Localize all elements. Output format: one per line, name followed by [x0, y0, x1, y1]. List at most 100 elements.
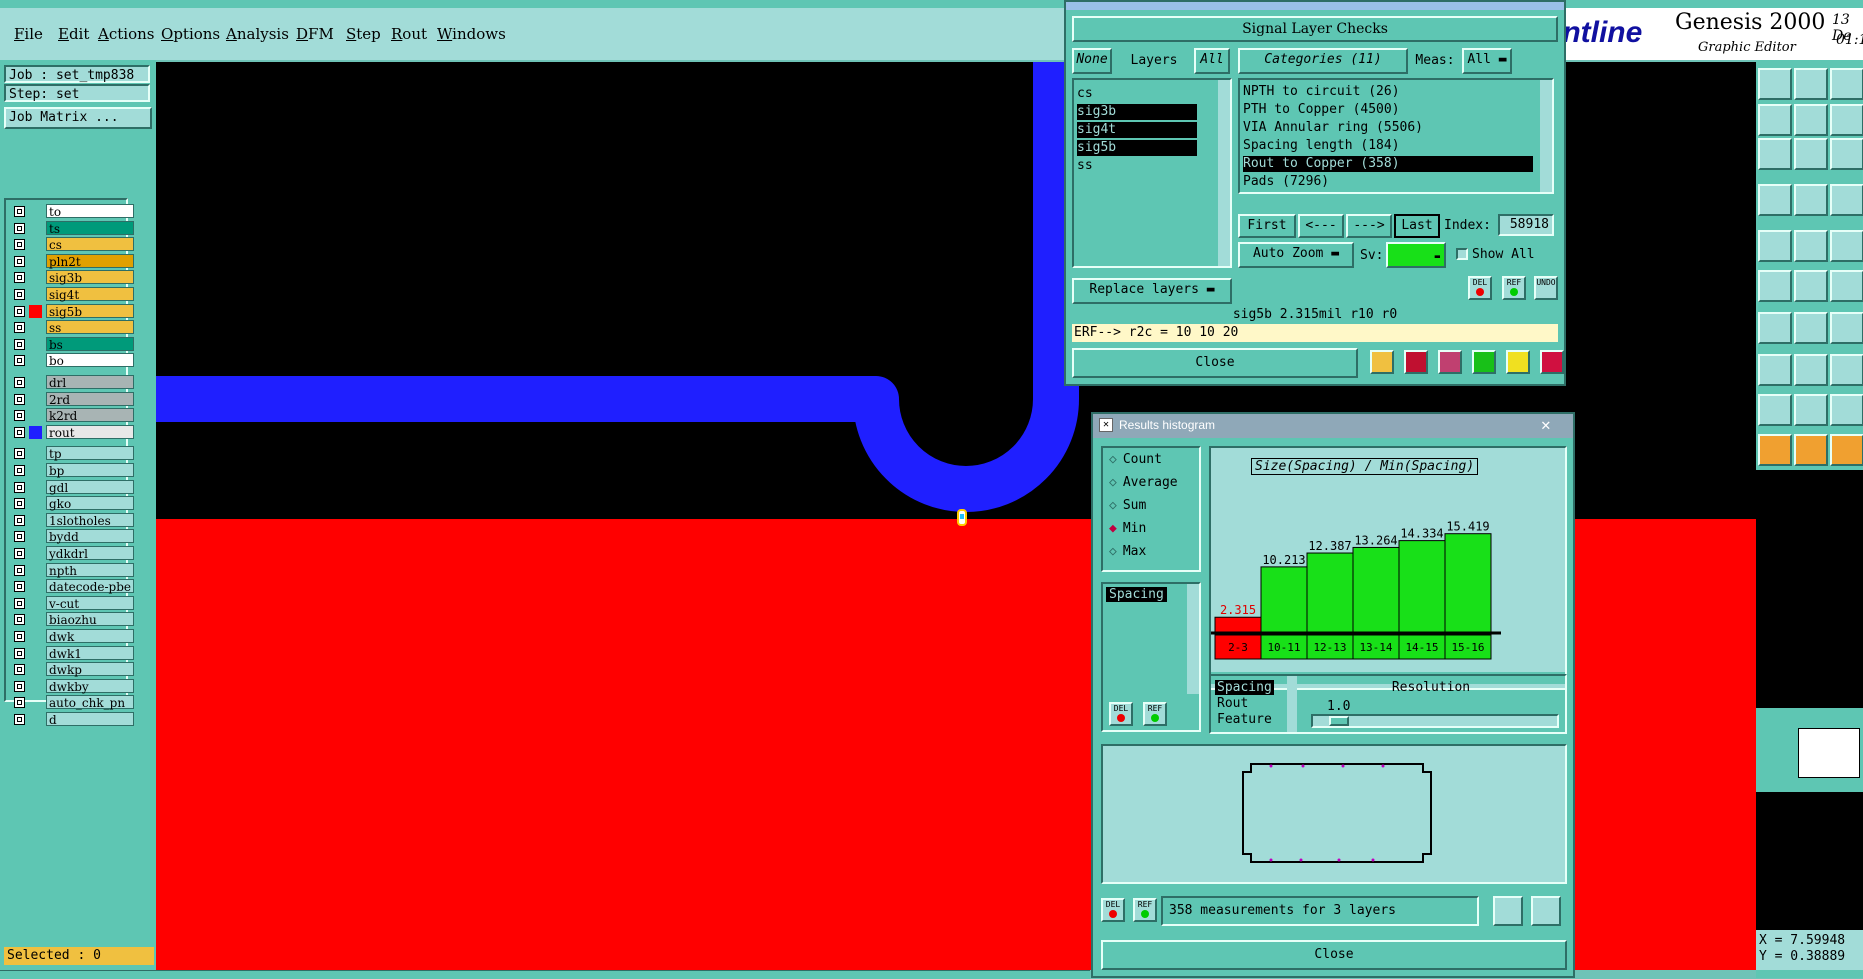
- stat-option[interactable]: ◇ Sum: [1109, 498, 1146, 516]
- layer-checkbox[interactable]: [14, 514, 25, 526]
- minus-icon[interactable]: [1794, 354, 1828, 386]
- layer-affected-marker[interactable]: [29, 205, 42, 218]
- first-button[interactable]: First: [1238, 214, 1296, 238]
- layer-affected-marker[interactable]: [29, 255, 42, 268]
- layer-checkbox[interactable]: [14, 531, 25, 543]
- layer-row[interactable]: to: [12, 204, 134, 219]
- layer-checkbox[interactable]: [14, 355, 25, 367]
- info-item[interactable]: Rout: [1215, 696, 1250, 711]
- layer-affected-marker[interactable]: [29, 393, 42, 406]
- layer-checkbox[interactable]: [14, 206, 25, 217]
- slash-icon[interactable]: [1794, 312, 1828, 344]
- arrow-up-icon[interactable]: [1794, 394, 1828, 426]
- layer-row[interactable]: sig5b: [12, 303, 134, 319]
- layer-name[interactable]: npth: [46, 562, 134, 578]
- info-scrollbar[interactable]: [1287, 676, 1297, 732]
- sv-color-dropdown[interactable]: ▬: [1386, 242, 1446, 268]
- overview-map[interactable]: [1756, 470, 1863, 930]
- select-icon[interactable]: [1794, 434, 1828, 466]
- undo-icon[interactable]: UNDO: [1534, 276, 1558, 300]
- layer-checkbox[interactable]: [14, 222, 25, 234]
- layer-checkbox[interactable]: [14, 564, 25, 576]
- select-box-icon[interactable]: [1830, 184, 1863, 216]
- layer-name[interactable]: gdl: [46, 479, 134, 495]
- layer-name[interactable]: rout: [46, 424, 134, 440]
- category-item[interactable]: Pads (7296): [1243, 174, 1533, 190]
- resolution-slider[interactable]: [1311, 714, 1559, 728]
- layer-row[interactable]: 2rd: [12, 391, 134, 407]
- stop-icon[interactable]: [1404, 350, 1428, 374]
- layer-checkbox[interactable]: [14, 305, 25, 317]
- viewer-layer-item[interactable]: sig3b: [1077, 104, 1197, 120]
- none-button[interactable]: None: [1072, 48, 1112, 74]
- layer-affected-marker[interactable]: [29, 630, 42, 643]
- notes-icon[interactable]: [1506, 350, 1530, 374]
- layer-checkbox[interactable]: [14, 680, 25, 692]
- viewer-layer-item[interactable]: sig5b: [1077, 140, 1197, 156]
- layer-row[interactable]: auto_chk_pn: [12, 695, 134, 710]
- layer-affected-marker[interactable]: [29, 338, 42, 351]
- category-item[interactable]: NPTH to circuit (26): [1243, 84, 1533, 100]
- category-scrollbar[interactable]: [1540, 80, 1552, 192]
- layer-row[interactable]: datecode-pbe: [12, 579, 134, 594]
- layer-checkbox[interactable]: [14, 498, 25, 510]
- stat-option[interactable]: ◇ Average: [1109, 475, 1178, 493]
- viewer-layer-item[interactable]: ss: [1077, 158, 1197, 174]
- menu-rout[interactable]: Rout: [391, 25, 427, 43]
- del-icon[interactable]: DEL: [1468, 276, 1492, 300]
- category-item[interactable]: PTH to Copper (4500): [1243, 102, 1533, 118]
- del-icon[interactable]: DEL: [1101, 898, 1125, 922]
- layer-affected-marker[interactable]: [29, 580, 42, 593]
- layer-name[interactable]: cs: [46, 237, 134, 252]
- layer-row[interactable]: ydkdrl: [12, 546, 134, 561]
- layer-checkbox[interactable]: [14, 647, 25, 659]
- del-icon[interactable]: DEL: [1109, 702, 1133, 726]
- layer-name[interactable]: ts: [46, 220, 134, 236]
- layer-name[interactable]: v-cut: [46, 595, 134, 611]
- menu-analysis[interactable]: Analysis: [226, 25, 289, 43]
- layer-row[interactable]: ss: [12, 320, 134, 335]
- histogram-bar[interactable]: [1444, 533, 1492, 633]
- layer-affected-marker[interactable]: [29, 222, 42, 235]
- viewer-layer-item[interactable]: cs: [1077, 86, 1197, 102]
- layer-checkbox[interactable]: [14, 239, 25, 251]
- pen-icon[interactable]: [1830, 312, 1863, 344]
- menu-dfm[interactable]: DFM: [296, 25, 334, 43]
- category-item[interactable]: Rout to Copper (358): [1243, 156, 1533, 172]
- layer-affected-marker[interactable]: [29, 447, 42, 460]
- replace-layers-dropdown[interactable]: Replace layers ▬: [1072, 278, 1232, 304]
- layer-name[interactable]: pln2t: [46, 253, 134, 269]
- layer-affected-marker[interactable]: [29, 321, 42, 334]
- menu-windows[interactable]: Windows: [437, 25, 506, 43]
- layer-row[interactable]: npth: [12, 562, 134, 578]
- info-item[interactable]: Feature: [1215, 712, 1274, 727]
- import-icon[interactable]: [1531, 896, 1561, 926]
- layer-checkbox[interactable]: [14, 548, 25, 559]
- layer-affected-marker[interactable]: [29, 288, 42, 301]
- layer-affected-marker[interactable]: [29, 547, 42, 560]
- layer-row[interactable]: v-cut: [12, 595, 134, 611]
- radio-diamond-icon[interactable]: ◇: [1109, 452, 1117, 467]
- layer-affected-marker[interactable]: [29, 696, 42, 709]
- layer-affected-marker[interactable]: [29, 497, 42, 510]
- export-icon[interactable]: [1493, 896, 1523, 926]
- layer-name[interactable]: ydkdrl: [46, 546, 134, 561]
- layer-checkbox[interactable]: [14, 272, 25, 284]
- layer-name[interactable]: d: [46, 712, 134, 727]
- radio-diamond-icon[interactable]: ◆: [1109, 521, 1117, 536]
- layer-name[interactable]: tp: [46, 446, 134, 461]
- layer-name[interactable]: to: [46, 204, 134, 219]
- histogram-bar[interactable]: [1306, 552, 1354, 633]
- layer-row[interactable]: gko: [12, 496, 134, 511]
- layer-affected-marker[interactable]: [29, 271, 42, 284]
- show-all-checkbox[interactable]: [1456, 248, 1468, 260]
- ratio-icon[interactable]: [1830, 138, 1863, 170]
- histogram-list-item[interactable]: Spacing: [1106, 587, 1167, 602]
- pad-icon[interactable]: [1758, 354, 1792, 386]
- meas-dropdown[interactable]: All ▬: [1462, 48, 1512, 74]
- triangle-icon[interactable]: [1758, 394, 1792, 426]
- layer-checkbox[interactable]: [14, 338, 25, 350]
- layer-name[interactable]: dwk1: [46, 645, 134, 661]
- close-icon[interactable]: ✕: [1541, 415, 1551, 434]
- layer-name[interactable]: drl: [46, 375, 134, 390]
